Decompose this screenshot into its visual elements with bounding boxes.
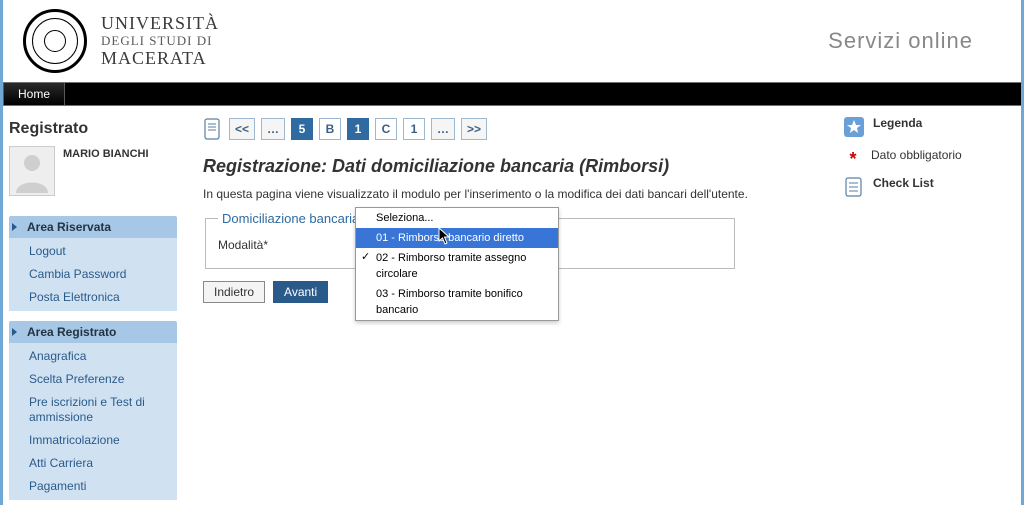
left-sidebar: Registrato MARIO BIANCHI Area Riservata … [3,106,183,505]
sidebar-link-pagamenti[interactable]: Pagamenti [9,475,177,498]
forward-button[interactable]: Avanti [273,281,328,303]
wizard-dots-2[interactable]: … [431,118,455,140]
wizard-step-c[interactable]: C [375,118,397,140]
legend-label: Legenda [873,116,922,130]
sidebar-link-immatricolazione[interactable]: Immatricolazione [9,429,177,452]
user-name: MARIO BIANCHI [63,146,149,160]
wizard-prev[interactable]: << [229,118,255,140]
back-button[interactable]: Indietro [203,281,265,303]
uni-line2: DEGLI STUDI DI [101,34,219,49]
sidebar-section-area-riservata: Area Riservata [9,216,177,238]
dropdown-placeholder[interactable]: Seleziona... [356,208,558,228]
page-intro: In questa pagina viene visualizzato il m… [203,187,829,201]
sidebar-link-posta-elettronica[interactable]: Posta Elettronica [9,286,177,309]
uni-line3: MACERATA [101,48,219,69]
university-name: UNIVERSITÀ DEGLI STUDI DI MACERATA [101,13,219,69]
sidebar-section-area-registrato: Area Registrato [9,321,177,343]
wizard-step-1a[interactable]: 1 [347,118,369,140]
dropdown-option-1[interactable]: 01 - Rimborso bancario diretto [356,228,558,248]
uni-line1: UNIVERSITÀ [101,13,219,34]
modalita-label: Modalità* [218,238,368,252]
sidebar-title: Registrato [9,120,177,138]
university-seal-icon [23,9,87,73]
services-online-label: Servizi online [828,28,1001,54]
sidebar-link-scelta-preferenze[interactable]: Scelta Preferenze [9,368,177,391]
required-asterisk-icon: * [843,148,863,166]
sidebar-link-pre-iscrizioni[interactable]: Pre iscrizioni e Test di ammissione [9,391,177,429]
sidebar-link-atti-carriera[interactable]: Atti Carriera [9,452,177,475]
sidebar-link-anagrafica[interactable]: Anagrafica [9,345,177,368]
dropdown-option-2[interactable]: 02 - Rimborso tramite assegno circolare [356,248,558,284]
sidebar-link-logout[interactable]: Logout [9,240,177,263]
wizard-icon [203,116,223,142]
wizard-step-5[interactable]: 5 [291,118,313,140]
legend-star-icon [843,116,865,138]
wizard-next[interactable]: >> [461,118,487,140]
header: UNIVERSITÀ DEGLI STUDI DI MACERATA Servi… [3,0,1021,82]
avatar [9,146,55,196]
nav-home[interactable]: Home [3,83,65,105]
dropdown-option-3[interactable]: 03 - Rimborso tramite bonifico bancario [356,284,558,320]
modalita-dropdown[interactable]: Seleziona... 01 - Rimborso bancario dire… [355,207,559,321]
required-label: Dato obbligatorio [871,148,962,162]
checklist-label: Check List [873,176,934,190]
top-nav: Home [3,82,1021,106]
sidebar-link-cambia-password[interactable]: Cambia Password [9,263,177,286]
checklist-icon [843,176,865,198]
wizard-step-1b[interactable]: 1 [403,118,425,140]
wizard-step-b[interactable]: B [319,118,341,140]
wizard-dots-1[interactable]: … [261,118,285,140]
wizard-breadcrumb: << … 5 B 1 C 1 … >> [203,116,829,142]
page-title: Registrazione: Dati domiciliazione banca… [203,156,829,177]
right-sidebar: Legenda * Dato obbligatorio Check List [843,106,1021,505]
